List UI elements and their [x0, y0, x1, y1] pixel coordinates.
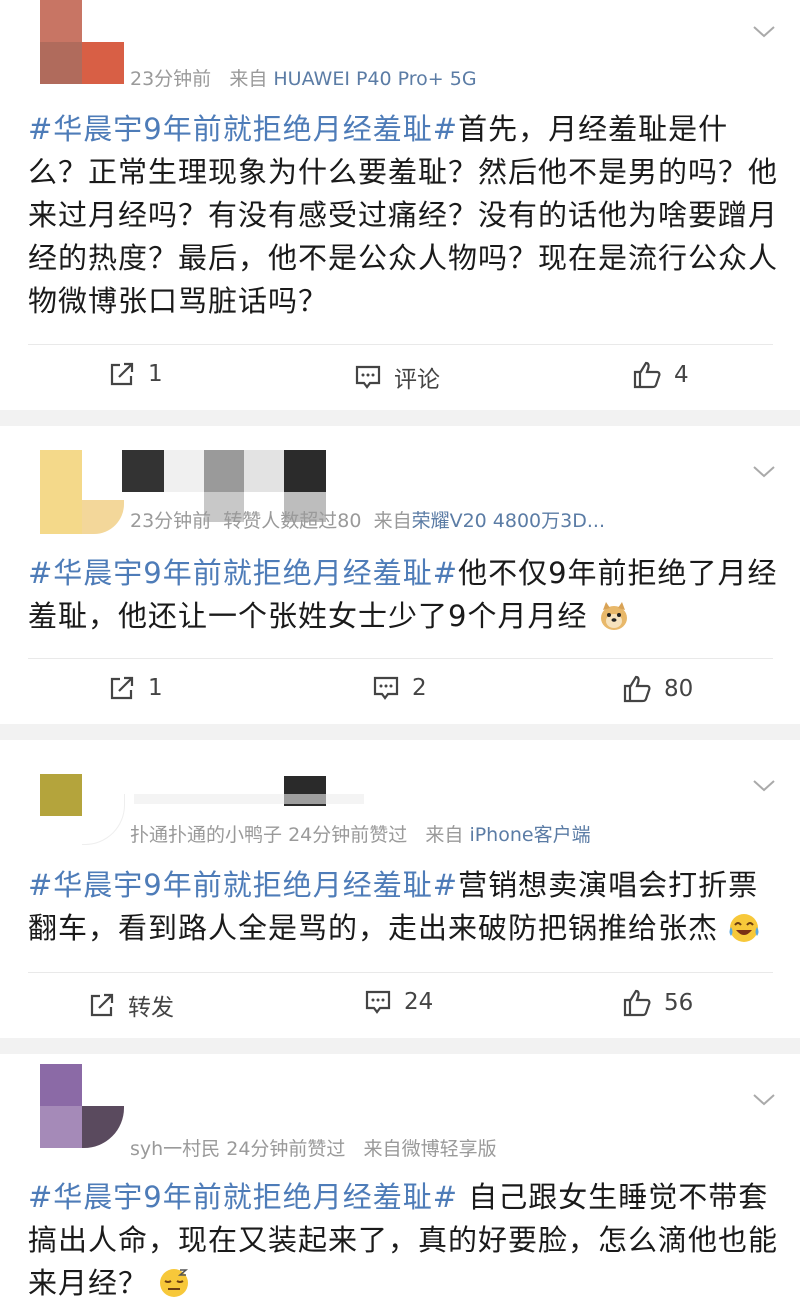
- chevron-down-icon[interactable]: [752, 20, 776, 44]
- chevron-down-icon[interactable]: [752, 774, 776, 798]
- share-icon: [90, 993, 114, 1017]
- hashtag-link[interactable]: #华晨宇9年前就拒绝月经羞耻#: [28, 556, 458, 590]
- like-button[interactable]: 4: [632, 360, 689, 390]
- comment-button[interactable]: 评论: [354, 360, 440, 394]
- thumbs-up-icon: [633, 361, 661, 389]
- post-1: 23分钟前 来自 HUAWEI P40 Pro+ 5G #华晨宇9年前就拒绝月经…: [0, 0, 800, 410]
- post-source[interactable]: HUAWEI P40 Pro+ 5G: [273, 68, 476, 90]
- comment-icon: [373, 676, 399, 700]
- thumbs-up-icon: [623, 989, 651, 1017]
- like-button[interactable]: 56: [622, 988, 693, 1018]
- hashtag-link[interactable]: #华晨宇9年前就拒绝月经羞耻#: [28, 868, 458, 902]
- chevron-down-icon[interactable]: [752, 1088, 776, 1112]
- post-meta: syh一村民 24分钟前赞过 来自微博轻享版: [130, 1138, 497, 1160]
- post-time: 23分钟前: [130, 68, 212, 90]
- post-3: 扑通扑通的小鸭子 24分钟前赞过 来自 iPhone客户端 #华晨宇9年前就拒绝…: [0, 740, 800, 1038]
- post-meta: 扑通扑通的小鸭子 24分钟前赞过 来自 iPhone客户端: [130, 824, 591, 846]
- share-button[interactable]: 1: [108, 674, 163, 702]
- comment-button[interactable]: 2: [372, 674, 427, 702]
- post-source[interactable]: 荣耀V20 4800万3D...: [412, 510, 605, 532]
- post-body: #华晨宇9年前就拒绝月经羞耻#营销想卖演唱会打折票翻车，看到路人全是骂的，走出来…: [28, 864, 778, 950]
- avatar[interactable]: [40, 450, 124, 534]
- comment-icon: [355, 365, 381, 389]
- post-body: #华晨宇9年前就拒绝月经羞耻#首先，月经羞耻是什么？正常生理现象为什么要羞耻？然…: [28, 112, 779, 318]
- username-redacted: [122, 450, 326, 522]
- post-4: syh一村民 24分钟前赞过 来自微博轻享版 #华晨宇9年前就拒绝月经羞耻# 自…: [0, 1054, 800, 1307]
- comment-button[interactable]: 24: [364, 988, 433, 1016]
- post-source[interactable]: 微博轻享版: [402, 1138, 497, 1160]
- username-redacted: [134, 794, 364, 804]
- post-meta: 23分钟前 转赞人数超过80 来自荣耀V20 4800万3D...: [130, 510, 605, 532]
- doge-emoji-icon: [600, 602, 627, 630]
- post-body: #华晨宇9年前就拒绝月经羞耻# 自己跟女生睡觉不带套搞出人命，现在又装起来了，真…: [28, 1180, 779, 1300]
- sleepy-emoji-icon: [160, 1269, 189, 1297]
- hashtag-link[interactable]: #华晨宇9年前就拒绝月经羞耻#: [28, 1180, 458, 1214]
- post-source[interactable]: iPhone客户端: [469, 824, 590, 846]
- avatar[interactable]: [40, 1064, 124, 1148]
- share-icon: [110, 362, 134, 386]
- share-icon: [110, 676, 134, 700]
- like-button[interactable]: 80: [622, 674, 693, 704]
- avatar[interactable]: [40, 0, 124, 84]
- post-meta: 23分钟前 来自 HUAWEI P40 Pro+ 5G: [130, 68, 477, 90]
- post-body: #华晨宇9年前就拒绝月经羞耻#他不仅9年前拒绝了月经羞耻，他还让一个张姓女士少了…: [28, 556, 778, 633]
- hashtag-link[interactable]: #华晨宇9年前就拒绝月经羞耻#: [28, 112, 458, 146]
- chevron-down-icon[interactable]: [752, 460, 776, 484]
- laugh-cry-emoji-icon: [729, 914, 759, 942]
- share-button[interactable]: 转发: [88, 988, 174, 1022]
- post-2: 23分钟前 转赞人数超过80 来自荣耀V20 4800万3D... #华晨宇9年…: [0, 426, 800, 724]
- avatar[interactable]: [40, 774, 125, 858]
- comment-icon: [365, 990, 391, 1014]
- share-button[interactable]: 1: [108, 360, 163, 388]
- thumbs-up-icon: [623, 675, 651, 703]
